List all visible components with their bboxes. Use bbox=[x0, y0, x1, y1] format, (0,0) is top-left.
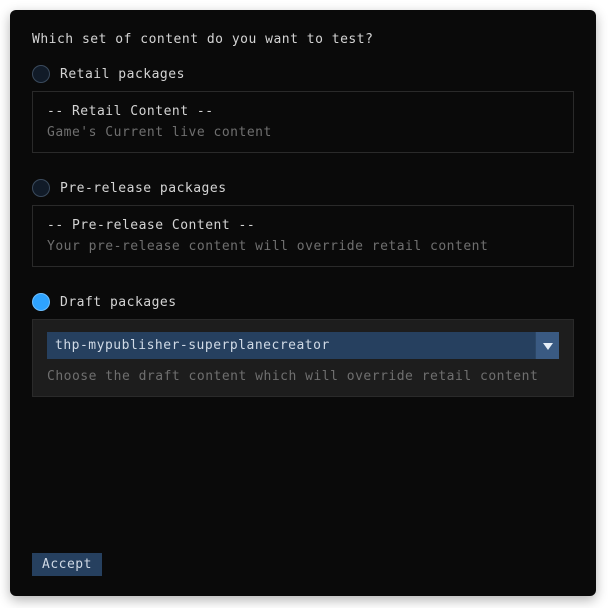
retail-radio-row[interactable]: Retail packages bbox=[32, 65, 574, 83]
prompt-text: Which set of content do you want to test… bbox=[32, 32, 574, 47]
prerelease-block: -- Pre-release Content -- Your pre-relea… bbox=[32, 205, 574, 267]
prerelease-block-desc: Your pre-release content will override r… bbox=[47, 239, 559, 254]
draft-block: thp-mypublisher-superplanecreator Choose… bbox=[32, 319, 574, 397]
content-test-dialog: Which set of content do you want to test… bbox=[10, 10, 596, 596]
prerelease-block-title: -- Pre-release Content -- bbox=[47, 218, 559, 233]
draft-dropdown-value: thp-mypublisher-superplanecreator bbox=[47, 332, 338, 359]
accept-button[interactable]: Accept bbox=[32, 553, 102, 576]
radio-icon-selected bbox=[32, 293, 50, 311]
prerelease-radio-label: Pre-release packages bbox=[60, 181, 227, 196]
radio-icon bbox=[32, 65, 50, 83]
radio-icon bbox=[32, 179, 50, 197]
draft-radio-label: Draft packages bbox=[60, 295, 177, 310]
draft-dropdown[interactable]: thp-mypublisher-superplanecreator bbox=[47, 332, 559, 359]
draft-block-desc: Choose the draft content which will over… bbox=[47, 369, 559, 384]
draft-radio-row[interactable]: Draft packages bbox=[32, 293, 574, 311]
retail-block-title: -- Retail Content -- bbox=[47, 104, 559, 119]
retail-block-desc: Game's Current live content bbox=[47, 125, 559, 140]
retail-block: -- Retail Content -- Game's Current live… bbox=[32, 91, 574, 153]
chevron-down-icon bbox=[535, 332, 559, 359]
prerelease-radio-row[interactable]: Pre-release packages bbox=[32, 179, 574, 197]
retail-radio-label: Retail packages bbox=[60, 67, 185, 82]
